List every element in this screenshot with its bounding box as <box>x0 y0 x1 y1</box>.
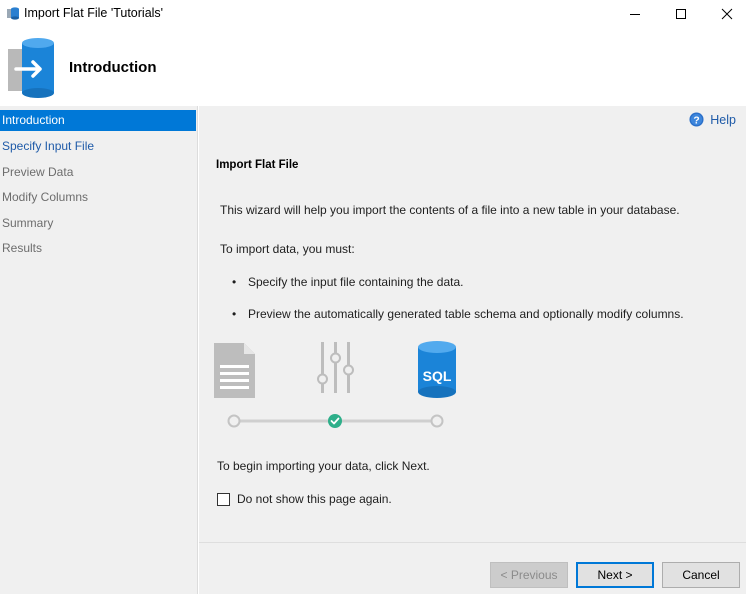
help-icon: ? <box>689 112 704 127</box>
progress-node <box>430 414 444 428</box>
page-title: Introduction <box>69 59 157 76</box>
svg-text:?: ? <box>694 115 700 126</box>
previous-button[interactable]: < Previous <box>490 562 568 588</box>
close-icon <box>721 8 733 19</box>
intro-text: This wizard will help you import the con… <box>220 203 680 217</box>
begin-instruction: To begin importing your data, click Next… <box>217 459 430 473</box>
cancel-button[interactable]: Cancel <box>662 562 740 588</box>
nav-item-specify-input-file[interactable]: Specify Input File <box>0 136 196 157</box>
help-link[interactable]: ? Help <box>689 112 736 127</box>
progress-track <box>227 414 444 428</box>
sql-label: SQL <box>423 368 452 384</box>
import-flat-file-window: Import Flat File 'Tutorials' Introductio… <box>0 0 746 594</box>
nav-item-preview-data: Preview Data <box>2 165 74 179</box>
do-not-show-again-option[interactable]: Do not show this page again. <box>217 492 392 506</box>
minimize-icon <box>630 13 640 15</box>
nav-item-results: Results <box>2 241 43 255</box>
wizard-header: Introduction <box>0 27 746 106</box>
close-button[interactable] <box>704 0 746 27</box>
maximize-icon <box>676 8 686 19</box>
sliders-icon <box>317 342 354 393</box>
help-label[interactable]: Help <box>710 113 736 127</box>
progress-node <box>227 414 241 428</box>
wizard-footer: < Previous Next > Cancel <box>199 542 746 594</box>
progress-node-checked <box>328 414 342 428</box>
section-title: Import Flat File <box>216 159 299 171</box>
import-database-icon <box>8 38 54 98</box>
wizard-content: ? Help Import Flat File This wizard will… <box>199 106 746 542</box>
requirement-bullet: • Specify the input file containing the d… <box>232 275 464 289</box>
nav-item-summary: Summary <box>2 216 54 230</box>
requirements-heading: To import data, you must: <box>220 242 355 256</box>
document-icon <box>214 343 255 398</box>
next-button[interactable]: Next > <box>576 562 654 588</box>
nav-item-modify-columns: Modify Columns <box>2 190 89 204</box>
import-steps-illustration: SQL <box>214 341 456 428</box>
do-not-show-again-label[interactable]: Do not show this page again. <box>237 492 392 506</box>
title-bar: Import Flat File 'Tutorials' <box>0 0 746 27</box>
requirement-bullet: • Preview the automatically generated tab… <box>232 307 684 321</box>
minimize-button[interactable] <box>612 0 658 27</box>
do-not-show-again-checkbox[interactable] <box>217 492 230 506</box>
sql-database-icon: SQL <box>418 341 456 398</box>
nav-item-introduction[interactable]: Introduction <box>0 110 196 131</box>
window-title: Import Flat File 'Tutorials' <box>24 6 164 20</box>
wizard-step-nav: Introduction Specify Input File Preview … <box>0 106 198 594</box>
maximize-button[interactable] <box>658 0 704 27</box>
app-icon <box>7 7 19 20</box>
